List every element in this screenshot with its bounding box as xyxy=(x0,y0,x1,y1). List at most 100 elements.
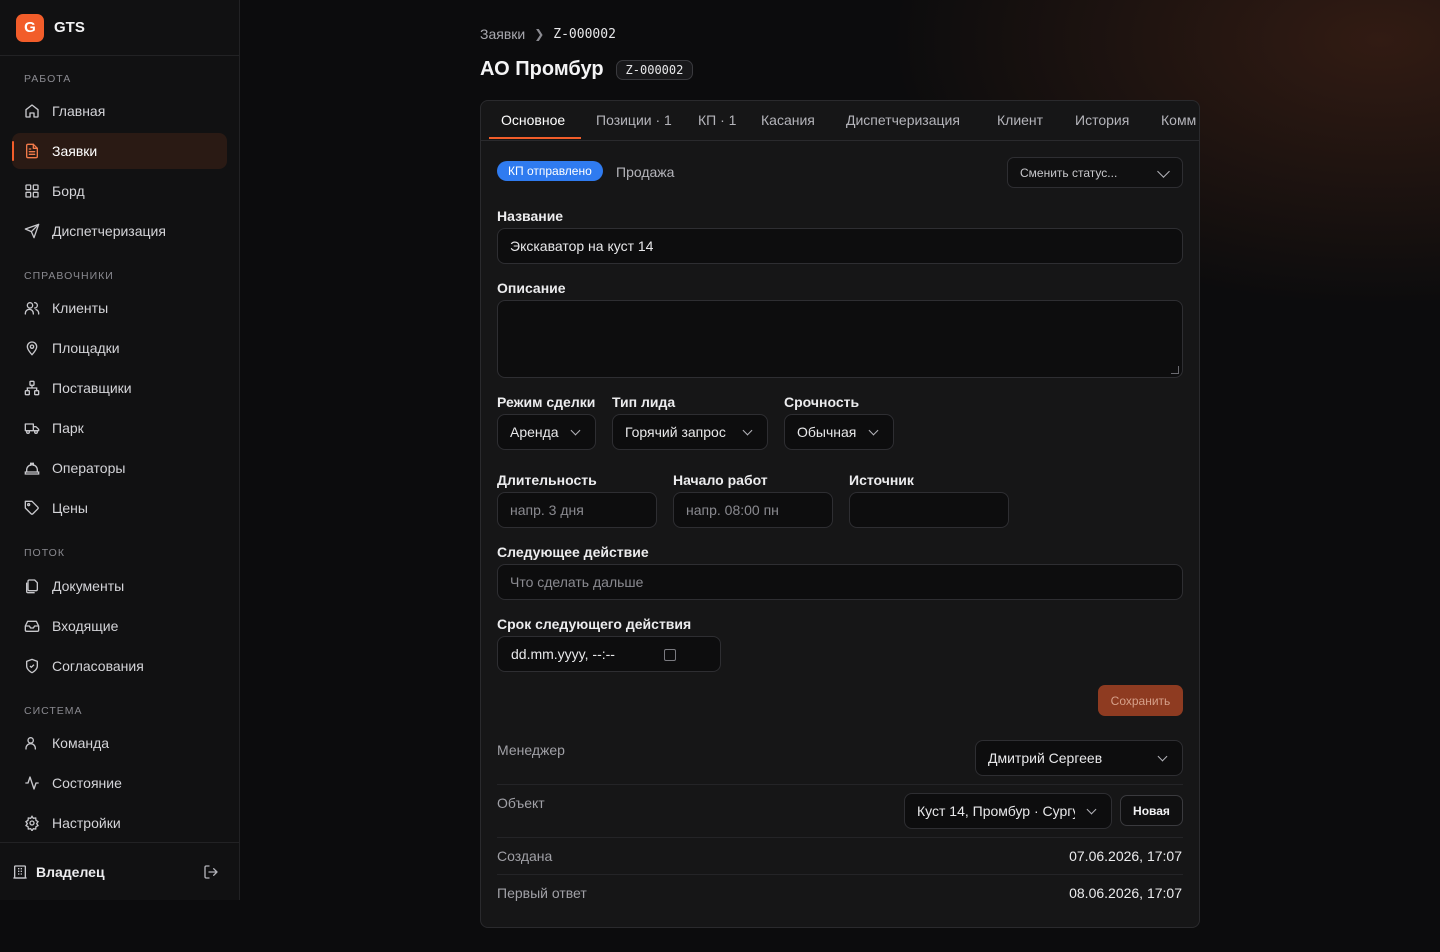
start-input[interactable]: напр. 08:00 пн xyxy=(673,492,833,528)
first-response-label: Первый ответ xyxy=(497,885,587,901)
sidebar-item-prices[interactable]: Цены xyxy=(12,490,227,526)
source-label: Источник xyxy=(849,472,914,488)
brand-name: GTS xyxy=(54,19,85,36)
deadline-datetime-input[interactable]: dd.mm.yyyy, --:-- xyxy=(497,636,721,672)
urgency-select[interactable]: Обычная xyxy=(784,414,894,450)
sidebar-item-label: Главная xyxy=(52,103,106,119)
page-title-text: АО Промбур xyxy=(480,58,604,80)
tab-positions[interactable]: Позиции · 1 xyxy=(596,112,672,128)
send-icon xyxy=(24,223,40,239)
users-icon xyxy=(24,302,40,315)
next-action-input[interactable]: Что сделать дальше xyxy=(497,564,1183,600)
sidebar-item-clients[interactable]: Клиенты xyxy=(12,290,227,326)
sidebar-item-label: Парк xyxy=(52,420,84,436)
deal-mode-value: Аренда xyxy=(510,424,559,440)
sidebar-item-label: Согласования xyxy=(52,658,144,674)
tab-client[interactable]: Клиент xyxy=(997,112,1043,128)
sidebar-item-approvals[interactable]: Согласования xyxy=(12,648,227,684)
sidebar-item-operators[interactable]: Операторы xyxy=(12,450,227,486)
urgency-label: Срочность xyxy=(784,394,860,410)
sidebar-item-label: Диспетчеризация xyxy=(52,223,166,239)
building-icon xyxy=(13,864,27,879)
request-card: Основное Позиции · 1 КП · 1 Касания Дисп… xyxy=(480,100,1200,928)
request-id-badge: Z-000002 xyxy=(615,59,694,80)
sidebar-item-label: Команда xyxy=(52,735,110,751)
status-badge: КП отправлено xyxy=(497,161,603,181)
inbox-icon xyxy=(24,620,40,632)
tab-main[interactable]: Основное xyxy=(501,112,565,128)
chevron-down-icon xyxy=(570,425,581,436)
created-label: Создана xyxy=(497,848,553,864)
source-input[interactable] xyxy=(849,492,1009,528)
next-action-placeholder: Что сделать дальше xyxy=(510,574,644,590)
new-object-button[interactable]: Новая xyxy=(1120,795,1183,826)
sidebar-item-inbox[interactable]: Входящие xyxy=(12,608,227,644)
document-icon xyxy=(26,143,38,159)
sidebar-item-documents[interactable]: Документы xyxy=(12,568,227,604)
lead-type-value: Горячий запрос xyxy=(625,424,726,440)
chevron-down-icon xyxy=(868,425,879,436)
activity-icon xyxy=(25,776,39,790)
tab-bar: Основное Позиции · 1 КП · 1 Касания Дисп… xyxy=(481,101,1199,141)
breadcrumb-parent[interactable]: Заявки xyxy=(480,26,525,42)
sidebar-item-label: Входящие xyxy=(52,618,119,634)
shield-icon xyxy=(26,658,38,674)
tag-icon xyxy=(24,500,39,515)
sidebar-item-dispatch[interactable]: Диспетчеризация xyxy=(12,213,227,249)
sidebar-item-label: Цены xyxy=(52,500,88,516)
sidebar-item-settings[interactable]: Настройки xyxy=(12,805,227,841)
chevron-down-icon xyxy=(1086,804,1097,815)
save-button[interactable]: Сохранить xyxy=(1098,685,1183,716)
sidebar-item-suppliers[interactable]: Поставщики xyxy=(12,370,227,406)
name-input[interactable]: Экскаватор на куст 14 xyxy=(497,228,1183,264)
tab-touches[interactable]: Касания xyxy=(761,112,815,128)
duration-input[interactable]: напр. 3 дня xyxy=(497,492,657,528)
sidebar-item-sites[interactable]: Площадки xyxy=(12,330,227,366)
name-value: Экскаватор на куст 14 xyxy=(510,238,654,254)
duration-label: Длительность xyxy=(497,472,597,488)
section-title-flow: ПОТОК xyxy=(24,547,65,559)
files-icon xyxy=(26,579,38,594)
home-icon xyxy=(25,104,39,118)
brand-logo: G xyxy=(16,13,44,42)
gear-icon xyxy=(25,815,39,831)
sidebar-item-home[interactable]: Главная xyxy=(12,93,227,129)
page-title: АО Промбур Z-000002 xyxy=(480,58,694,81)
deal-type-label: Продажа xyxy=(616,164,675,180)
grid-icon xyxy=(25,184,39,198)
section-title-work: РАБОТА xyxy=(24,73,72,85)
deadline-value: dd.mm.yyyy, --:-- xyxy=(511,646,615,662)
duration-placeholder: напр. 3 дня xyxy=(510,502,584,518)
section-title-directories: СПРАВОЧНИКИ xyxy=(24,270,114,282)
owner-profile[interactable]: Владелец xyxy=(0,842,239,900)
sidebar-item-requests[interactable]: Заявки xyxy=(12,133,227,169)
tab-dispatch[interactable]: Диспетчеризация xyxy=(846,112,960,128)
breadcrumb-current: Z-000002 xyxy=(553,26,616,42)
manager-label: Менеджер xyxy=(497,742,565,758)
sidebar-item-label: Документы xyxy=(52,578,125,594)
sidebar-item-label: Клиенты xyxy=(52,300,109,316)
sidebar-item-team[interactable]: Команда xyxy=(12,725,227,761)
start-label: Начало работ xyxy=(673,472,768,488)
sidebar-item-label: Состояние xyxy=(52,775,122,791)
brand[interactable]: G GTS xyxy=(0,0,239,56)
deadline-label: Срок следующего действия xyxy=(497,616,692,632)
next-action-label: Следующее действие xyxy=(497,544,649,560)
tab-comments[interactable]: Комм xyxy=(1161,112,1196,128)
calendar-icon[interactable] xyxy=(664,649,676,661)
logout-icon[interactable] xyxy=(203,864,219,880)
manager-select[interactable]: Дмитрий Сергеев xyxy=(975,740,1183,776)
sidebar-item-status[interactable]: Состояние xyxy=(12,765,227,801)
tab-history[interactable]: История xyxy=(1075,112,1129,128)
chevron-down-icon xyxy=(742,425,753,436)
sidebar-item-fleet[interactable]: Парк xyxy=(12,410,227,446)
change-status-select[interactable]: Сменить статус... xyxy=(1007,157,1183,188)
tab-offers[interactable]: КП · 1 xyxy=(698,112,736,128)
deal-mode-select[interactable]: Аренда xyxy=(497,414,596,450)
object-label: Объект xyxy=(497,795,545,811)
object-select[interactable]: Куст 14, Промбур · Сургут xyxy=(904,793,1112,829)
resize-handle[interactable] xyxy=(1171,366,1179,374)
description-textarea[interactable] xyxy=(497,300,1183,378)
sidebar-item-board[interactable]: Борд xyxy=(12,173,227,209)
lead-type-select[interactable]: Горячий запрос xyxy=(612,414,768,450)
